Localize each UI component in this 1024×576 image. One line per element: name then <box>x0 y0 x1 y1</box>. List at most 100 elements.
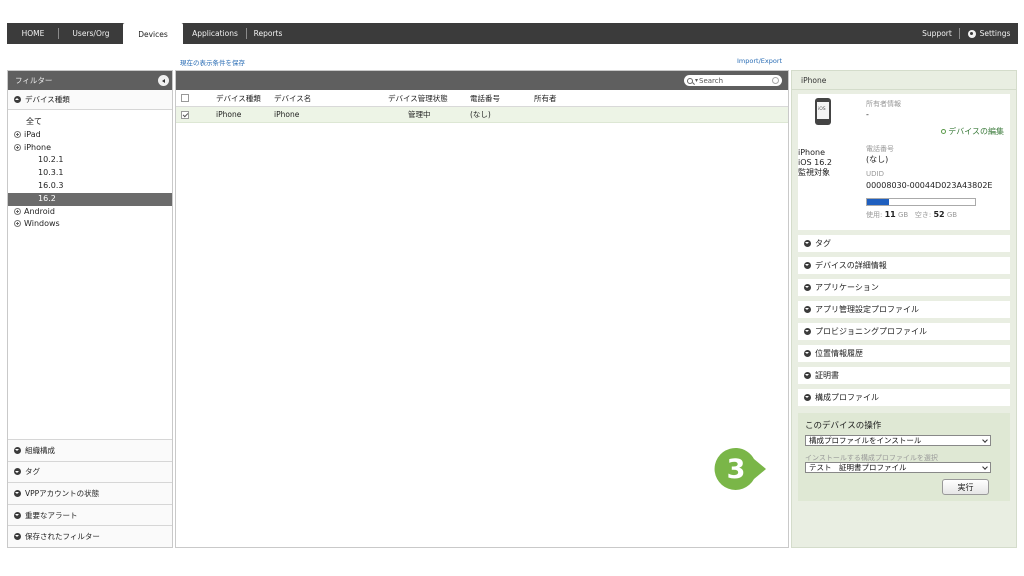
device-supervised: 監視対象 <box>798 168 830 177</box>
search-icon <box>687 77 693 84</box>
tree-item-ios-10-2-1[interactable]: 10.2.1 <box>8 154 172 167</box>
column-header-owner[interactable]: 所有者 <box>534 93 557 104</box>
section-certificates[interactable]: 証明書 <box>798 367 1010 384</box>
action-select[interactable]: 構成プロファイルをインストール <box>805 435 991 446</box>
section-label: 証明書 <box>815 371 839 380</box>
section-tag[interactable]: タグ <box>798 235 1010 252</box>
collapse-left-icon[interactable] <box>158 75 169 86</box>
device-summary: iPhone iOS 16.2 監視対象 <box>798 148 832 178</box>
chevron-down-icon <box>14 533 21 541</box>
row-checkbox[interactable] <box>181 110 189 119</box>
section-config-profile[interactable]: 構成プロファイル <box>798 389 1010 406</box>
section-label: デバイスの詳細情報 <box>815 261 887 270</box>
operations-title: このデバイスの操作 <box>805 421 882 431</box>
column-header-phone[interactable]: 電話番号 <box>470 93 500 104</box>
cell-phone: (なし) <box>470 110 491 119</box>
udid-value: 00008030-00044D023A43802E <box>866 181 993 190</box>
tab-reports[interactable]: Reports <box>247 23 289 44</box>
chevron-down-icon <box>982 464 988 470</box>
filter-section-device-type[interactable]: デバイス種類 <box>8 90 172 110</box>
filter-section-tag[interactable]: タグ <box>8 460 172 483</box>
owner-value: - <box>866 110 869 119</box>
filter-section-saved[interactable]: 保存されたフィルター <box>8 525 172 547</box>
column-header-name[interactable]: デバイス名 <box>274 93 311 104</box>
section-label: VPPアカウントの状態 <box>25 489 100 499</box>
device-list-panel: ▾ Search デバイス種類 デバイス名 デバイス管理状態 電話番号 所有者 … <box>175 70 789 548</box>
edit-icon <box>941 129 947 134</box>
edit-device-link[interactable]: デバイスの編集 <box>941 126 1004 137</box>
chevron-down-icon <box>982 437 988 443</box>
device-list-columns: デバイス種類 デバイス名 デバイス管理状態 電話番号 所有者 <box>176 90 788 107</box>
section-label: 構成プロファイル <box>815 393 879 402</box>
filter-section-vpp[interactable]: VPPアカウントの状態 <box>8 482 172 504</box>
execute-button[interactable]: 実行 <box>942 479 989 495</box>
phone-label: 電話番号 <box>866 145 894 153</box>
settings-link[interactable]: Settings <box>960 23 1018 44</box>
gear-icon <box>967 29 976 38</box>
tab-home[interactable]: HOME <box>7 23 59 44</box>
chevron-down-icon <box>804 284 811 291</box>
chevron-down-icon <box>14 468 21 476</box>
tab-applications[interactable]: Applications <box>183 23 247 44</box>
section-applications[interactable]: アプリケーション <box>798 279 1010 296</box>
cell-name: iPhone <box>274 110 300 119</box>
chevron-down-icon <box>804 328 811 335</box>
used-value: 11 <box>884 210 896 219</box>
filter-section-org[interactable]: 組織構成 <box>8 439 172 461</box>
top-navigation: HOME Users/Org Devices Applications Repo… <box>7 23 1018 46</box>
expand-icon[interactable] <box>14 207 21 215</box>
tree-item-ios-16-0-3[interactable]: 16.0.3 <box>8 180 172 193</box>
import-export-link[interactable]: Import/Export <box>737 57 782 65</box>
expand-icon[interactable] <box>14 143 21 151</box>
section-label: 保存されたフィルター <box>25 532 100 542</box>
chevron-down-icon <box>14 446 21 454</box>
device-detail-panel: iPhone iPhone iOS 16.2 監視対象 所有者情報 - デバイス… <box>791 70 1017 548</box>
cell-type: iPhone <box>216 110 242 119</box>
section-label: 重要なアラート <box>25 510 78 520</box>
expand-icon[interactable] <box>14 130 21 138</box>
filter-header: フィルター <box>8 71 172 90</box>
clear-icon[interactable] <box>772 77 779 84</box>
udid-label: UDID <box>866 170 884 178</box>
free-unit: GB <box>946 211 958 219</box>
search-input[interactable]: ▾ Search <box>684 75 782 86</box>
filter-section-alerts[interactable]: 重要なアラート <box>8 503 172 526</box>
tree-item-all[interactable]: 全て <box>8 116 172 129</box>
profile-select[interactable]: テスト 証明書プロファイル <box>805 462 991 473</box>
support-link[interactable]: Support <box>914 23 960 44</box>
chevron-down-icon <box>14 511 21 519</box>
chevron-up-icon <box>14 96 21 103</box>
section-app-config-profile[interactable]: アプリ管理設定プロファイル <box>798 301 1010 318</box>
expand-icon[interactable] <box>14 220 21 228</box>
select-all-checkbox[interactable] <box>181 94 189 102</box>
section-label: 組織構成 <box>25 445 55 455</box>
section-location-history[interactable]: 位置情報履歴 <box>798 345 1010 362</box>
tree-item-android[interactable]: Android <box>8 206 172 219</box>
section-provisioning-profile[interactable]: プロビジョニングプロファイル <box>798 323 1010 340</box>
search-placeholder: Search <box>699 76 724 85</box>
tree-item-iphone[interactable]: iPhone <box>8 142 172 155</box>
table-row[interactable]: iPhone iPhone 管理中 (なし) <box>176 107 788 123</box>
tab-users-org[interactable]: Users/Org <box>59 23 123 44</box>
column-header-type[interactable]: デバイス種類 <box>216 93 261 104</box>
section-device-details[interactable]: デバイスの詳細情報 <box>798 257 1010 274</box>
storage-text: 使用: 11 GB 空き: 52 GB <box>866 210 957 220</box>
tree-item-ios-10-3-1[interactable]: 10.3.1 <box>8 167 172 180</box>
action-select-value: 構成プロファイルをインストール <box>809 436 922 445</box>
section-label: タグ <box>25 467 40 477</box>
used-unit: GB <box>897 211 909 219</box>
chevron-down-icon <box>804 240 811 247</box>
chevron-down-icon <box>804 306 811 313</box>
save-conditions-link[interactable]: 現在の表示条件を保存 <box>180 57 245 67</box>
tree-item-windows[interactable]: Windows <box>8 218 172 231</box>
device-name: iPhone <box>798 148 826 157</box>
tree-item-label: Android <box>24 206 55 216</box>
tab-devices[interactable]: Devices <box>123 23 183 46</box>
device-os: iOS 16.2 <box>798 158 832 167</box>
chevron-down-icon <box>804 394 811 401</box>
column-header-status[interactable]: デバイス管理状態 <box>388 93 448 104</box>
tree-item-ios-16-2[interactable]: 16.2 <box>8 192 172 206</box>
chevron-down-icon <box>804 262 811 269</box>
used-label: 使用: <box>866 211 883 219</box>
tree-item-ipad[interactable]: iPad <box>8 129 172 142</box>
